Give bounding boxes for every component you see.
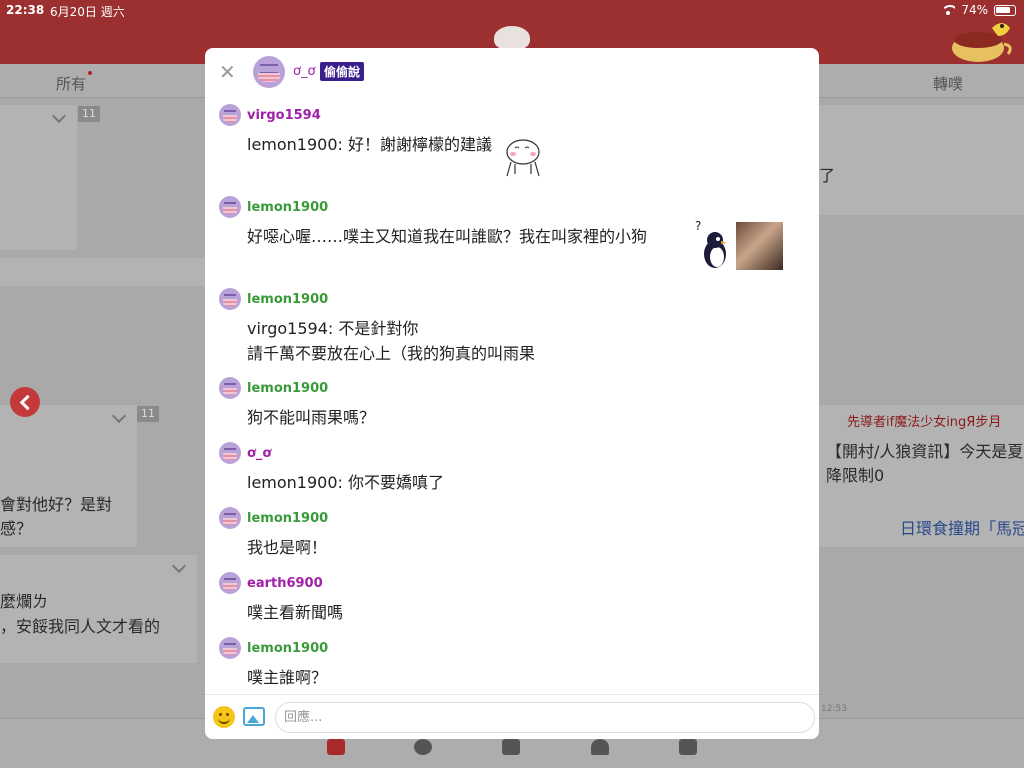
response-username[interactable]: lemon1900 (247, 641, 328, 656)
timeline-card: 先導者if魔法少女ingЯ步月 【開村/人狼資訊】今天是夏 降限制0 日環食撞期… (819, 405, 1024, 547)
response-line: 好噁心喔……噗主又知道我在叫誰歐？我在叫家裡的小狗 (247, 227, 648, 246)
teacup-mascot-icon[interactable] (948, 18, 1014, 64)
avatar[interactable] (219, 377, 241, 399)
response-line: 噗主誰啊？ (247, 668, 328, 687)
avatar[interactable] (219, 288, 241, 310)
back-arrow-button[interactable] (10, 387, 40, 417)
avatar[interactable] (219, 572, 241, 594)
status-bar: 22:38 6月20日 週六 74% (0, 0, 1024, 20)
timeline-card: 麼爛ㄌ ，安餒我同人文才看的 (0, 555, 197, 663)
battery-percent: 74% (961, 3, 988, 17)
response-text: lemon1900: 好！謝謝檸檬的建議 (247, 132, 492, 157)
response-count-badge: 11 (78, 106, 100, 122)
compose-icon[interactable] (502, 739, 520, 755)
timeline-card (0, 258, 205, 286)
response-username[interactable]: lemon1900 (247, 292, 328, 307)
response-line: 狗不能叫雨果嗎？ (247, 408, 376, 427)
poster-name[interactable]: ơ_ơ (293, 64, 315, 79)
timeline-card: 會對他好？是對 感？ (0, 405, 137, 547)
response-item: lemon1900 狗不能叫雨果嗎？ (205, 377, 819, 439)
response-username[interactable]: lemon1900 (247, 381, 328, 396)
response-text: virgo1594: 不是針對你 請千萬不要放在心上（我的狗真的叫雨果 (247, 316, 535, 366)
secret-badge: 偷偷說 (320, 62, 365, 81)
status-time: 22:38 (6, 3, 45, 17)
tab-all[interactable]: 所有 (56, 71, 93, 94)
response-list[interactable]: virgo1594 lemon1900: 好！謝謝檸檬的建議 lemon1900… (205, 94, 819, 694)
chevron-down-icon (51, 108, 67, 124)
tab-replurk[interactable]: 轉噗 (933, 73, 963, 94)
chevron-down-icon (171, 558, 187, 574)
response-item: lemon1900 我也是啊！ (205, 507, 819, 569)
response-text: 狗不能叫雨果嗎？ (247, 405, 375, 430)
penguin-sticker-icon: ? (695, 220, 727, 268)
response-line: 請千萬不要放在心上（我的狗真的叫雨果 (247, 344, 536, 363)
response-line: lemon1900: 好！謝謝檸檬的建議 (247, 135, 493, 154)
plurk-logo-icon[interactable] (494, 26, 530, 50)
card-text: 會對他好？是對 (0, 495, 113, 514)
response-line: 我也是啊！ (247, 538, 328, 557)
card-username[interactable]: 先導者if魔法少女ingЯ步月 (847, 411, 1001, 430)
avatar[interactable] (219, 196, 241, 218)
card-text: 麼爛ㄌ (0, 592, 49, 611)
response-item: lemon1900 噗主誰啊？ (205, 637, 819, 694)
card-text: 了 (819, 166, 836, 185)
card-text: 【開村/人狼資訊】今天是夏 (826, 442, 1024, 461)
avatar[interactable] (219, 507, 241, 529)
avatar[interactable] (219, 104, 241, 126)
response-line: virgo1594: 不是針對你 (247, 319, 419, 338)
timeline-card (0, 105, 77, 250)
response-item: lemon1900 virgo1594: 不是針對你 請千萬不要放在心上（我的狗… (205, 288, 819, 376)
emoticon-icon[interactable] (213, 706, 235, 728)
photo-sticker (736, 222, 783, 270)
response-line: lemon1900: 你不要嬌嗔了 (247, 473, 445, 492)
response-username[interactable]: lemon1900 (247, 200, 328, 215)
battery-icon (994, 4, 1016, 16)
card-link[interactable]: 日環食撞期「馬冠 (900, 515, 1024, 539)
image-upload-icon[interactable] (243, 707, 265, 726)
response-line: 噗主看新聞嗎 (247, 603, 344, 622)
response-item: earth6900 噗主看新聞嗎 (205, 572, 819, 634)
avatar[interactable] (253, 56, 285, 88)
dialog-header: ✕ ơ_ơ 偷偷說 (205, 48, 819, 94)
response-item: lemon1900 好噁心喔……噗主又知道我在叫誰歐？我在叫家裡的小狗 ? (205, 196, 819, 284)
unread-dot (88, 71, 93, 75)
timeline-time: 12:53 (821, 704, 847, 714)
response-username[interactable]: lemon1900 (247, 511, 328, 526)
home-icon[interactable] (327, 739, 345, 755)
status-date: 6月20日 週六 (50, 5, 125, 19)
card-text: 感？ (0, 519, 33, 538)
response-text: 噗主誰啊？ (247, 665, 327, 690)
avatar[interactable] (219, 442, 241, 464)
status-right: 74% (941, 3, 1016, 17)
response-text: 噗主看新聞嗎 (247, 600, 343, 625)
plurk-responses-dialog: ✕ ơ_ơ 偷偷說 virgo1594 lemon1900: 好！謝謝檸檬的建議… (205, 48, 819, 739)
chevron-down-icon (111, 408, 127, 424)
response-text: 好噁心喔……噗主又知道我在叫誰歐？我在叫家裡的小狗 (247, 224, 647, 249)
bell-icon[interactable] (591, 739, 609, 755)
timeline-card: 了 (819, 105, 1024, 215)
response-item: virgo1594 lemon1900: 好！謝謝檸檬的建議 (205, 104, 819, 192)
card-text: 降限制0 (826, 466, 885, 485)
wifi-icon (941, 5, 956, 15)
response-username[interactable]: virgo1594 (247, 108, 321, 123)
response-username[interactable]: ơ_ơ (247, 446, 271, 461)
close-icon[interactable]: ✕ (219, 60, 236, 84)
profile-icon[interactable] (679, 739, 697, 755)
bun-sticker-icon (506, 139, 540, 177)
search-icon[interactable] (414, 739, 432, 755)
avatar[interactable] (219, 637, 241, 659)
card-text: ，安餒我同人文才看的 (0, 617, 161, 636)
response-count-badge: 11 (137, 406, 159, 422)
response-text: lemon1900: 你不要嬌嗔了 (247, 470, 444, 495)
svg-text:?: ? (695, 220, 701, 233)
response-username[interactable]: earth6900 (247, 576, 323, 591)
reply-bar (205, 694, 819, 739)
reply-input[interactable] (275, 702, 815, 733)
response-text: 我也是啊！ (247, 535, 327, 560)
response-item: ơ_ơ lemon1900: 你不要嬌嗔了 (205, 442, 819, 504)
